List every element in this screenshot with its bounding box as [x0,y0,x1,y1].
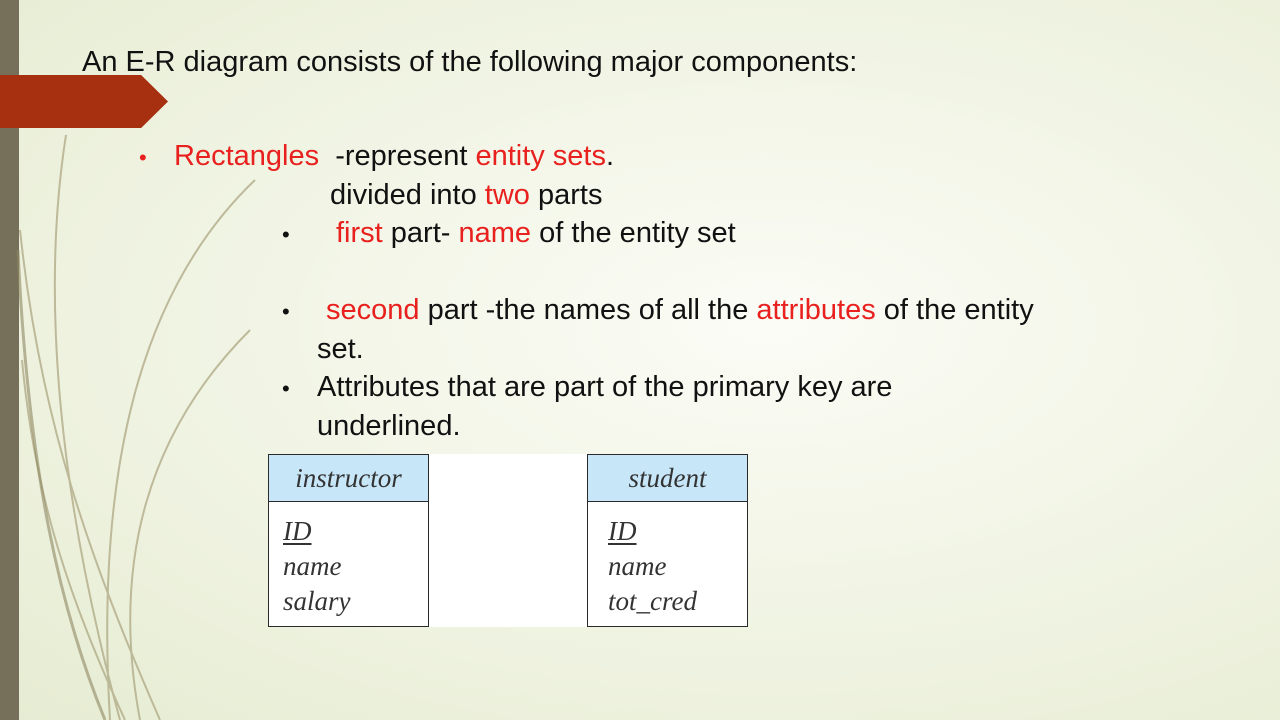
entity-student-attr: name [608,551,667,581]
term-attributes: attributes [756,294,876,326]
slide-heading: An E-R diagram consists of the following… [82,46,858,78]
term-first: first [336,217,383,249]
entity-student: student ID name tot_cred [587,454,748,627]
entity-student-attr: tot_cred [608,586,697,616]
text-divided-into: divided into [330,179,485,211]
bullet-rectangles: • [139,145,147,170]
figure-background [429,454,587,627]
entity-instructor-primary-key: ID [283,516,312,546]
bullet-second: • [282,299,290,324]
line-first-part: first part- name of the entity set [336,216,736,250]
term-name: name [458,217,532,249]
term-entity-sets: entity sets [475,140,606,172]
entity-student-primary-key: ID [608,516,637,546]
entity-instructor-attr: salary [283,586,351,616]
entity-student-name: student [588,455,747,502]
text-period: . [606,140,615,172]
bullet-primary-key: • [282,376,290,401]
text-part: part- [382,217,459,249]
accent-tab-shape [0,75,168,128]
term-second: second [326,294,420,326]
entity-instructor-attr: name [283,551,342,581]
entity-student-attributes: ID name tot_cred [588,502,747,619]
text-of-entity-set: of the entity set [531,217,736,249]
line-primary-key: Attributes that are part of the primary … [317,371,893,403]
line-divided: divided into two parts [330,178,602,212]
bullet-first: • [282,222,290,247]
line-second-part: second part -the names of all the attrib… [326,293,1034,327]
text-parts: parts [529,179,603,211]
text-represent: -represent [319,140,476,172]
entity-instructor: instructor ID name salary [268,454,429,627]
entity-instructor-attributes: ID name salary [269,502,428,619]
text-names-of-all: part -the names of all the [419,294,757,326]
line-second-part-cont: set. [317,333,364,365]
entity-instructor-name: instructor [269,455,428,502]
term-two: two [484,179,530,211]
text-of-the-entity: of the entity [875,294,1034,326]
term-rectangles: Rectangles [174,140,320,172]
line-rectangles: Rectangles -represent entity sets. [174,139,614,173]
line-underlined: underlined. [317,410,461,442]
